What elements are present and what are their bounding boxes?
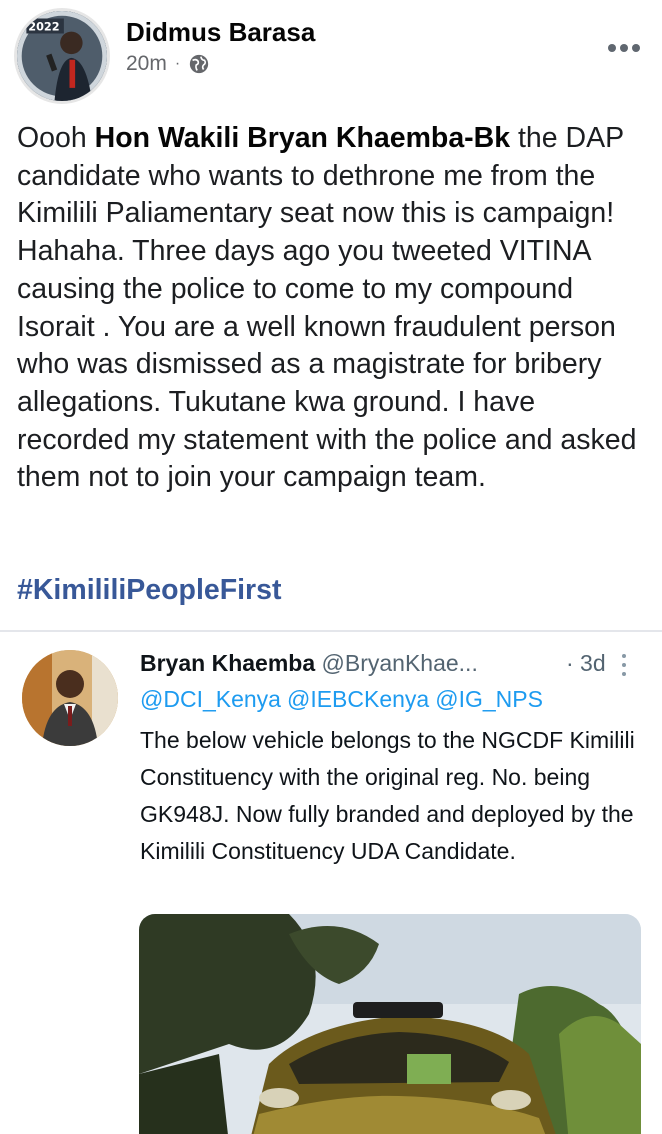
post-meta: 20m · bbox=[126, 52, 210, 76]
mentioned-person[interactable]: Hon Wakili Bryan Khaemba-Bk bbox=[95, 122, 510, 154]
post-header: 2022 Didmus Barasa 20m · bbox=[0, 0, 662, 110]
author-name[interactable]: Didmus Barasa bbox=[126, 17, 315, 48]
mention-link[interactable]: @DCI_Kenya bbox=[140, 686, 281, 712]
tweet-author[interactable]: Bryan Khaemba @BryanKhae... bbox=[140, 650, 478, 677]
mention-link[interactable]: @IG_NPS bbox=[435, 686, 543, 712]
tweet-photo[interactable] bbox=[139, 914, 641, 1134]
tweet-author-handle[interactable]: @BryanKhae... bbox=[322, 650, 478, 676]
more-options-icon[interactable] bbox=[604, 36, 644, 60]
hashtag-link[interactable]: #KimililiPeopleFirst bbox=[17, 574, 282, 607]
meta-separator: · bbox=[174, 55, 181, 72]
tweet-author-avatar[interactable] bbox=[22, 650, 118, 746]
post-time[interactable]: 20m bbox=[126, 52, 167, 76]
globe-icon[interactable] bbox=[188, 53, 210, 75]
post-text: Oooh Hon Wakili Bryan Khaemba-Bk the DAP… bbox=[17, 120, 647, 497]
author-avatar[interactable]: 2022 bbox=[14, 8, 110, 104]
post-text-body: the DAP candidate who wants to dethrone … bbox=[17, 122, 637, 494]
embedded-tweet[interactable]: Bryan Khaemba @BryanKhae... · 3d @DCI_Ke… bbox=[0, 630, 662, 1134]
tweet-mentions: @DCI_Kenya @IEBCKenya @IG_NPS bbox=[140, 686, 549, 713]
avatar-badge: 2022 bbox=[28, 21, 59, 34]
tweet-body: The below vehicle belongs to the NGCDF K… bbox=[140, 727, 635, 864]
tweet-more-icon[interactable] bbox=[622, 654, 628, 676]
tweet-time[interactable]: · 3d bbox=[566, 650, 606, 677]
post-text-prefix: Oooh bbox=[17, 122, 95, 154]
mention-link[interactable]: @IEBCKenya bbox=[287, 686, 429, 712]
tweet-author-name[interactable]: Bryan Khaemba bbox=[140, 650, 315, 676]
